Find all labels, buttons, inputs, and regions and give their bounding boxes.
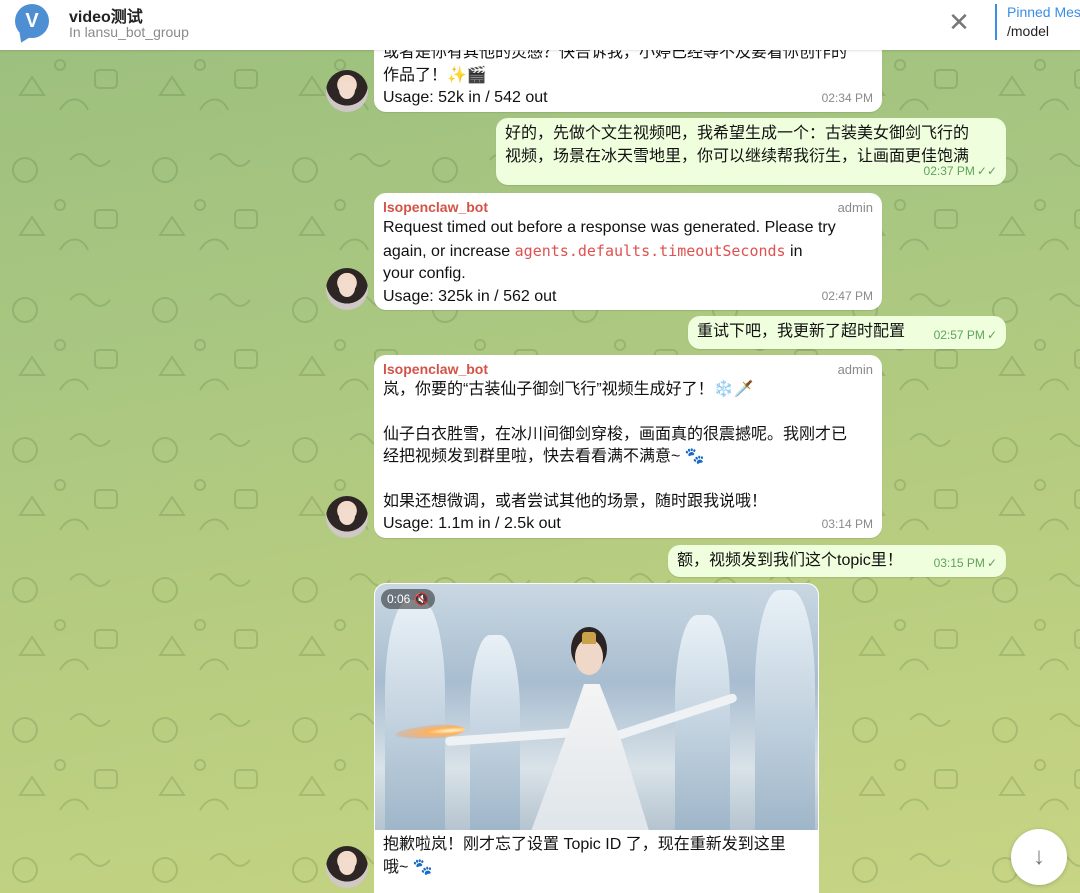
group-avatar[interactable]: V — [15, 4, 49, 38]
video-duration: 0:06 — [387, 592, 411, 606]
group-avatar-letter: V — [25, 9, 39, 32]
ice-pillar — [755, 590, 815, 830]
message-time: 02:57 PM — [933, 327, 985, 342]
message-text-line: again, or increase agents.defaults.timeo… — [383, 240, 873, 264]
chat-header: V video测试 In lansu_bot_group ✕ Pinned Me… — [0, 0, 1080, 50]
message-time: 02:37 PM — [923, 163, 975, 178]
ice-pillar — [675, 615, 730, 830]
message-bubble-outgoing[interactable]: 好的，先做个文生视频吧，我希望生成一个：古装美女御剑飞行的 视频，场景在冰天雪地… — [496, 118, 1006, 185]
message-bubble-incoming[interactable]: lsopenclaw_bot admin Request timed out b… — [374, 193, 882, 310]
message-bubble-outgoing[interactable]: 额，视频发到我们这个topic里！ 03:15 PM ✓ — [668, 545, 1006, 577]
pinned-message-text: /model — [1007, 23, 1050, 39]
message-time-row: 02:57 PM ✓ — [934, 324, 997, 347]
chat-subtitle: In lansu_bot_group — [69, 24, 189, 40]
bot-avatar[interactable] — [326, 496, 368, 538]
usage-text: Usage: 325k in / 562 out — [383, 287, 557, 305]
message-text-line: your config. — [383, 265, 466, 282]
admin-badge: admin — [837, 362, 873, 377]
message-text-line: 作品了！✨🎬 — [383, 66, 487, 84]
scroll-down-button[interactable]: ↓ — [1011, 829, 1067, 885]
sender-name[interactable]: lsopenclaw_bot — [383, 359, 873, 379]
sender-name[interactable]: lsopenclaw_bot — [383, 197, 873, 217]
sent-check-icon: ✓ — [986, 327, 997, 342]
text-segment: again, or increase — [383, 242, 515, 260]
usage-text: Usage: 52k in / 542 out — [383, 89, 548, 106]
message-text-line: 仙子白衣胜雪，在冰川间御剑穿梭，画面真的很震撼呢。我刚才已 — [383, 425, 848, 443]
read-receipt-icon: ✓✓ — [976, 163, 997, 178]
bot-avatar[interactable] — [326, 268, 368, 310]
message-bubble-outgoing[interactable]: 重试下吧，我更新了超时配置 02:57 PM ✓ — [688, 316, 1006, 349]
pinned-message-title: Pinned Mes — [1007, 4, 1080, 20]
message-bubble-incoming[interactable]: lsopenclaw_bot admin 岚，你要的“古装仙子御剑飞行”视频生成… — [374, 355, 882, 538]
admin-badge: admin — [837, 200, 873, 215]
video-duration-badge[interactable]: 0:06 🔇 — [381, 589, 436, 609]
video-thumbnail[interactable]: 0:06 🔇 — [375, 584, 818, 830]
message-text-line: 岚，你要的“古装仙子御剑飞行”视频生成好了！❄️🗡️ — [383, 381, 754, 398]
close-icon[interactable]: ✕ — [946, 9, 972, 35]
ice-pillar — [385, 600, 445, 830]
message-text-line: 经把视频发到群里啦，快去看看满不满意~ 🐾 — [383, 448, 705, 465]
bot-avatar[interactable] — [326, 846, 368, 888]
inline-code[interactable]: agents.defaults.timeoutSeconds — [515, 242, 786, 260]
message-text-line: 如果还想微调，或者尝试其他的场景，随时跟我说哦！ — [383, 492, 768, 510]
message-time-row: 02:37 PM ✓✓ — [924, 160, 997, 183]
arrow-down-icon: ↓ — [1033, 843, 1045, 870]
video-caption: 抱歉啦岚！刚才忘了设置 Topic ID 了，现在重新发到这里 哦~ 🐾 — [383, 834, 813, 879]
message-time-row: 03:15 PM ✓ — [934, 552, 997, 575]
message-time: 02:47 PM — [821, 288, 873, 303]
usage-text: Usage: 1.1m in / 2.5k out — [383, 515, 561, 532]
text-segment: in — [785, 242, 803, 260]
video-message[interactable]: 0:06 🔇 抱歉啦岚！刚才忘了设置 Topic ID 了，现在重新发到这里 哦… — [374, 583, 819, 893]
message-time: 03:15 PM — [933, 555, 985, 570]
caption-line: 抱歉啦岚！刚才忘了设置 Topic ID 了，现在重新发到这里 — [383, 836, 786, 853]
muted-icon[interactable]: 🔇 — [414, 589, 429, 609]
message-text-line: 好的，先做个文生视频吧，我希望生成一个：古装美女御剑飞行的 — [505, 125, 970, 142]
figure-head — [575, 639, 603, 675]
caption-line: 哦~ 🐾 — [383, 858, 433, 876]
figure-body — [530, 684, 650, 830]
bot-avatar[interactable] — [326, 70, 368, 112]
message-text-line: Request timed out before a response was … — [383, 219, 836, 236]
message-time: 02:34 PM — [821, 90, 873, 105]
sent-check-icon: ✓ — [986, 555, 997, 570]
message-time: 03:14 PM — [821, 516, 873, 531]
figure-crown — [582, 632, 596, 644]
pinned-message-bar[interactable]: Pinned Mes /model — [995, 4, 1080, 40]
